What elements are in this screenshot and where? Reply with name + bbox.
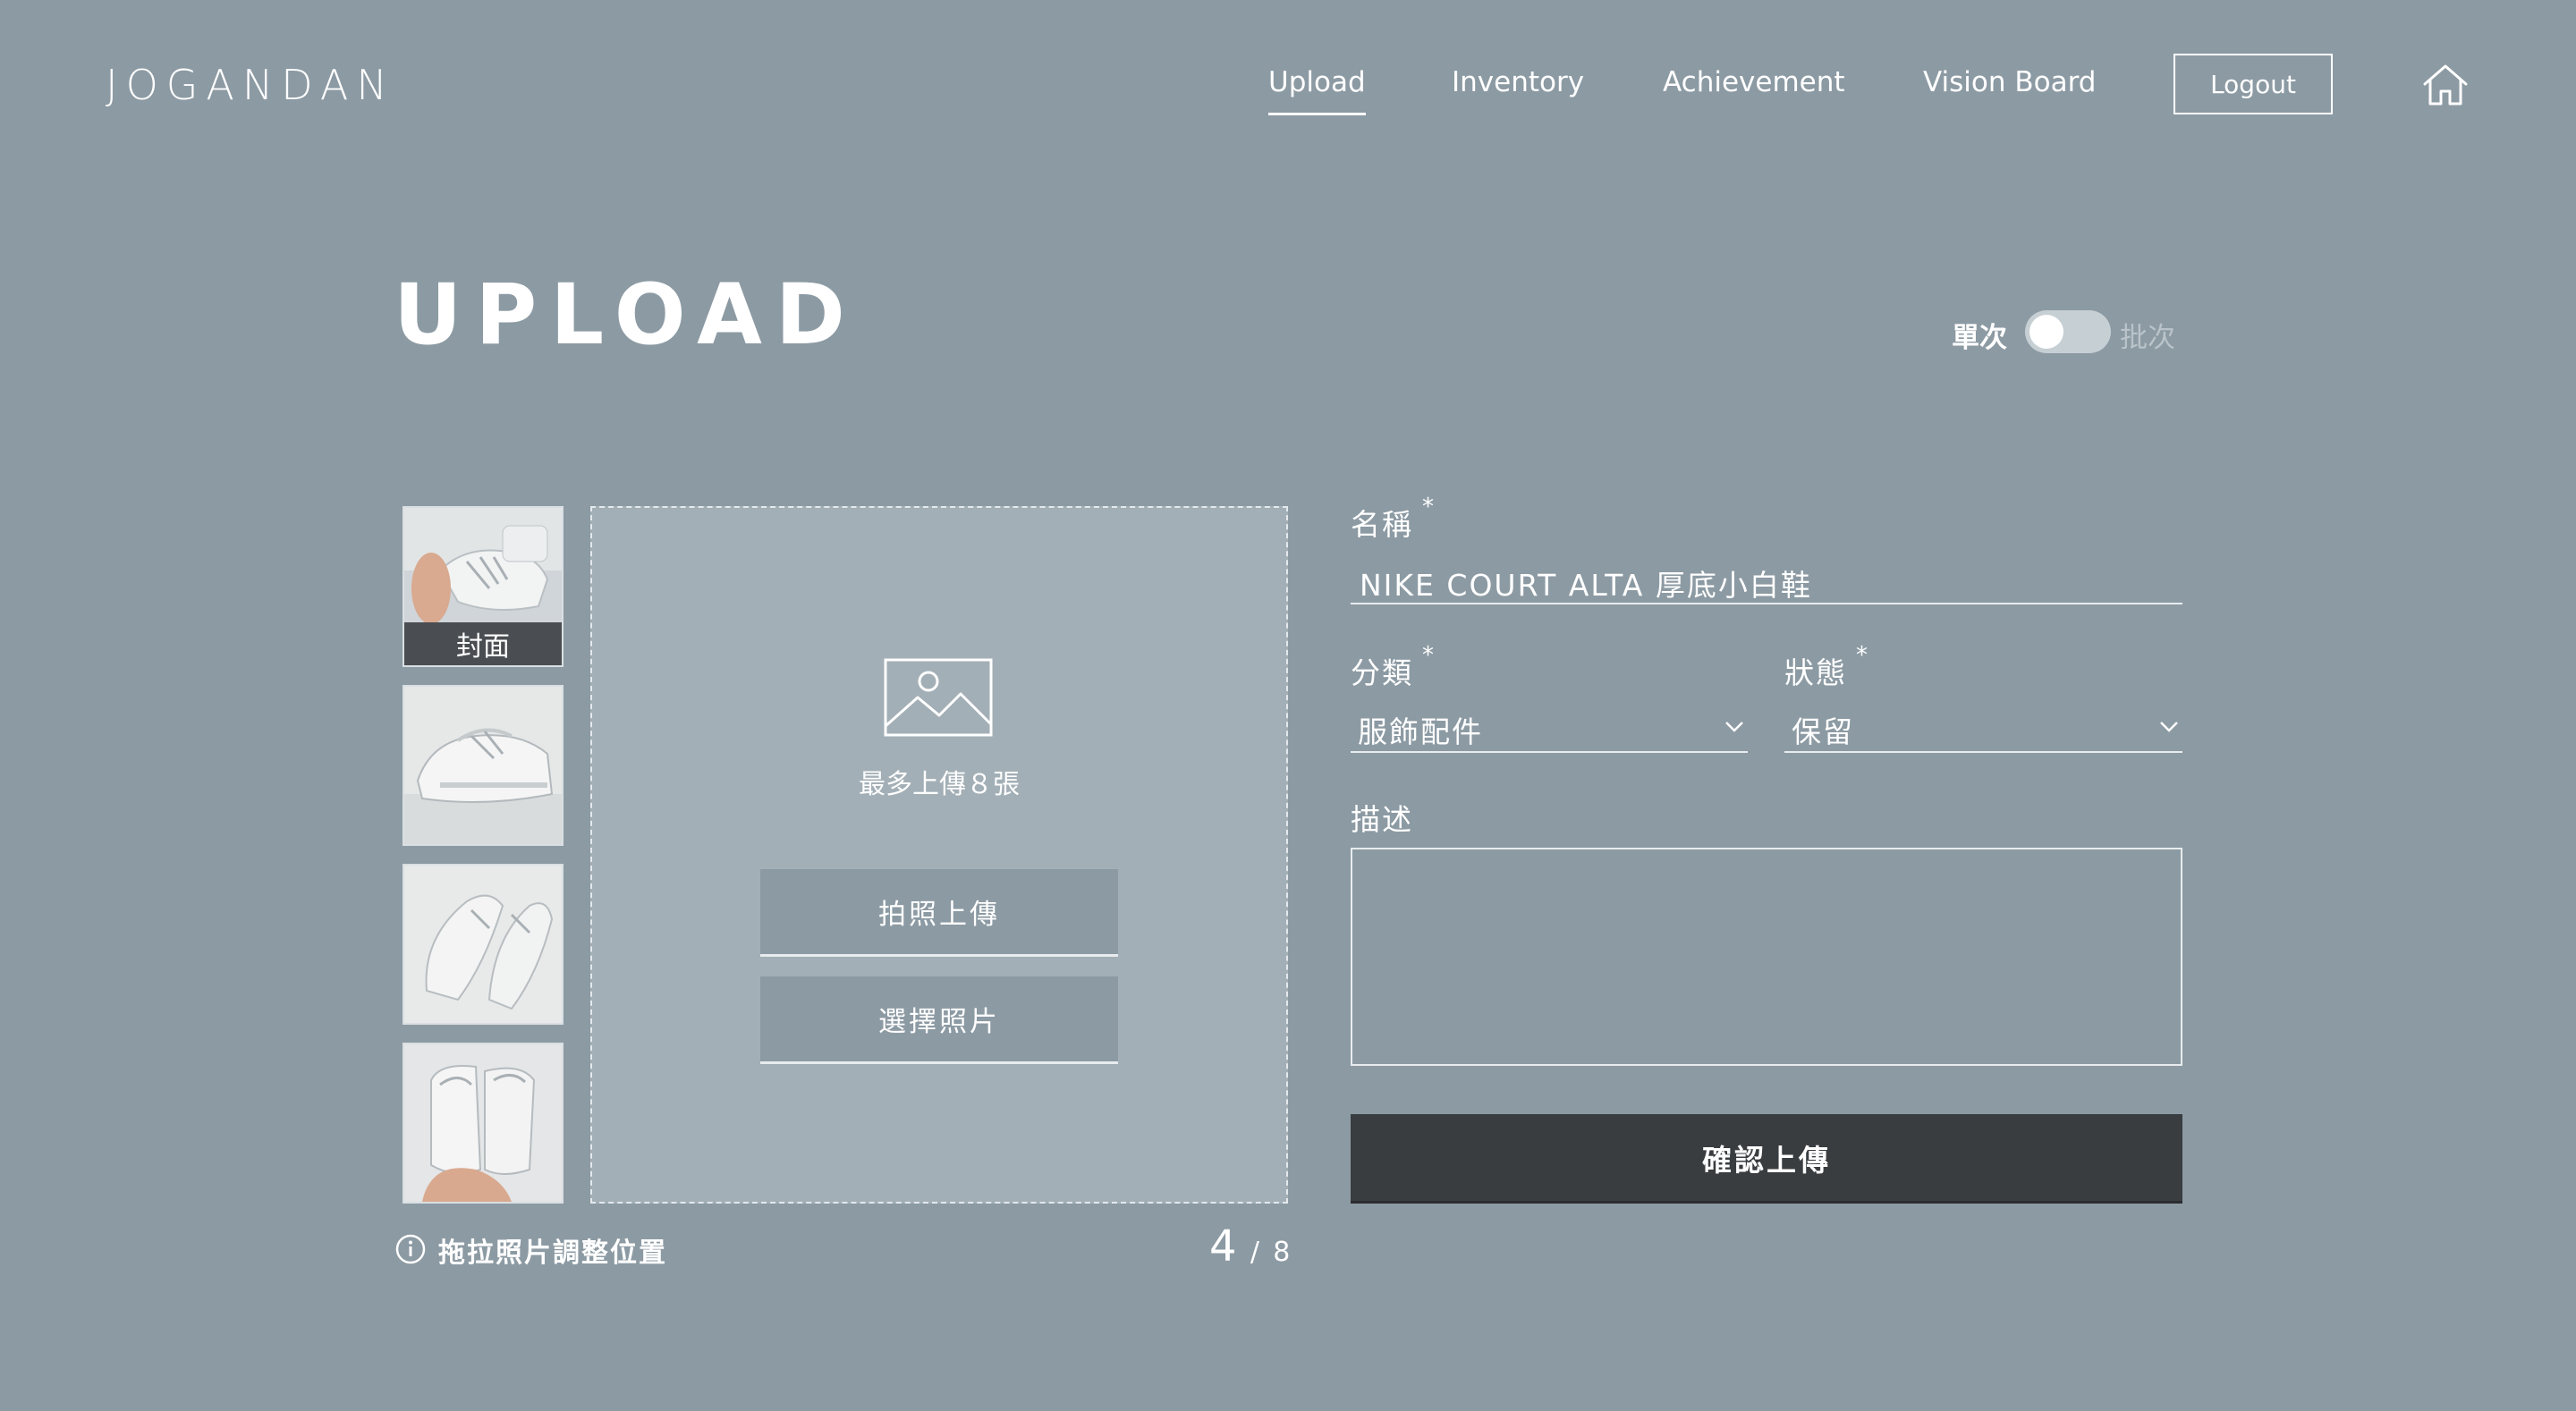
choose-photo-button[interactable]: 選擇照片	[760, 976, 1118, 1064]
page-title: UPLOAD	[394, 266, 859, 364]
choose-photo-label: 選擇照片	[878, 1006, 1000, 1038]
nav-achievement[interactable]: Achievement	[1663, 66, 1845, 98]
take-photo-label: 拍照上傳	[878, 899, 1000, 931]
cover-label: 封面	[404, 622, 562, 665]
nav-vision-board[interactable]: Vision Board	[1923, 66, 2096, 98]
photo-thumbnail[interactable]	[402, 685, 564, 846]
status-select[interactable]: 保留	[1792, 708, 1854, 751]
status-label: 狀態	[1784, 655, 1847, 690]
photo-counter: 4 / 8	[1209, 1221, 1290, 1272]
chevron-down-icon[interactable]	[2159, 721, 2179, 733]
dropzone-max-text: 最多上傳８張	[859, 769, 1020, 800]
toggle-single-label[interactable]: 單次	[1952, 315, 2007, 355]
logout-label: Logout	[2210, 69, 2296, 99]
name-label: 名稱	[1351, 507, 1413, 542]
description-label: 描述	[1351, 802, 1413, 837]
confirm-upload-label: 確認上傳	[1702, 1142, 1831, 1178]
nav-inventory[interactable]: Inventory	[1452, 66, 1584, 98]
status-underline	[1784, 751, 2182, 753]
logout-button[interactable]: Logout	[2174, 54, 2333, 114]
nav-upload[interactable]: Upload	[1268, 66, 1366, 115]
photo-dropzone[interactable]	[590, 506, 1288, 1204]
name-field-underline	[1351, 603, 2182, 604]
category-underline	[1351, 751, 1748, 753]
photo-count-current: 4	[1209, 1221, 1237, 1272]
image-placeholder-icon	[884, 658, 993, 737]
photo-thumbnail-cover[interactable]: 封面	[402, 506, 564, 667]
drag-hint-text: 拖拉照片調整位置	[438, 1238, 667, 1269]
sneaker-photo-icon	[404, 687, 562, 844]
name-required-mark: *	[1422, 494, 1434, 520]
category-label: 分類	[1351, 655, 1413, 690]
confirm-upload-button[interactable]: 確認上傳	[1351, 1114, 2182, 1204]
sneaker-photo-icon	[404, 1044, 562, 1202]
site-logo[interactable]: JOGANDAN	[106, 61, 395, 109]
status-required-mark: *	[1856, 642, 1868, 669]
photo-thumbnail[interactable]	[402, 1043, 564, 1204]
toggle-knob	[2029, 315, 2063, 349]
home-icon[interactable]	[2422, 63, 2469, 107]
photo-count-separator: /	[1250, 1237, 1259, 1268]
name-field[interactable]: NIKE COURT ALTA 厚底小白鞋	[1360, 562, 1812, 604]
category-required-mark: *	[1422, 642, 1434, 669]
mode-toggle-switch[interactable]	[2025, 310, 2111, 353]
info-icon	[395, 1234, 426, 1264]
description-textarea[interactable]	[1351, 848, 2182, 1066]
toggle-batch-label[interactable]: 批次	[2120, 315, 2175, 355]
photo-count-max: 8	[1273, 1237, 1291, 1268]
chevron-down-icon[interactable]	[1724, 721, 1744, 733]
photo-thumbnail[interactable]	[402, 864, 564, 1025]
sneaker-photo-icon	[404, 866, 562, 1023]
category-select[interactable]: 服飾配件	[1358, 708, 1483, 751]
take-photo-button[interactable]: 拍照上傳	[760, 869, 1118, 957]
